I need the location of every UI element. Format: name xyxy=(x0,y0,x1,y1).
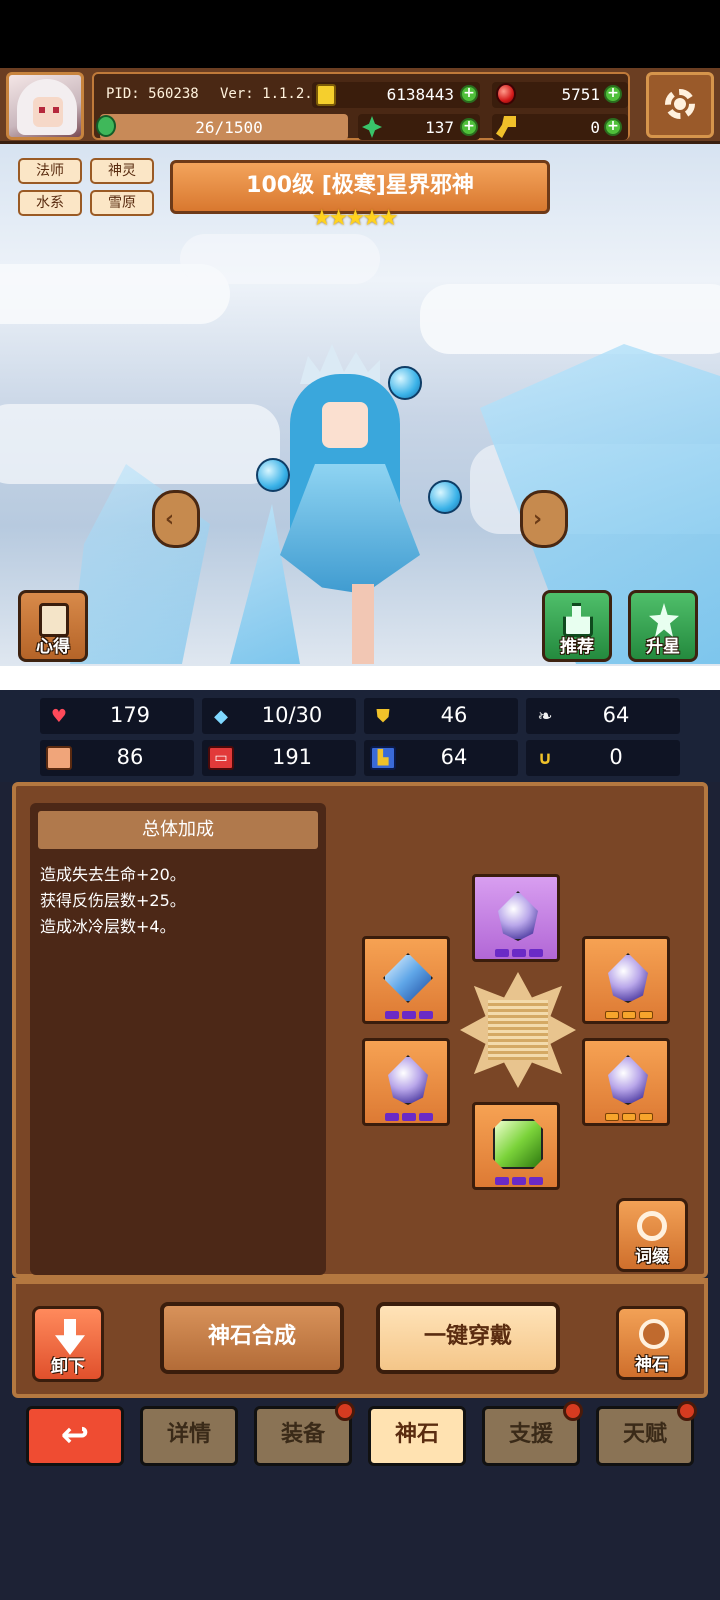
shield-icon: ⛊ xyxy=(376,705,390,727)
stat-defense: ⛊ 46 xyxy=(364,698,518,734)
tab-details[interactable]: 详情 xyxy=(140,1406,238,1466)
action-bar xyxy=(12,1284,708,1398)
bonus-line: 获得反伤层数+25。 xyxy=(40,891,186,910)
upgrade-star-button[interactable]: 升星 xyxy=(628,590,698,662)
green-godstone-icon xyxy=(493,1119,543,1169)
godstone-slot-top[interactable] xyxy=(472,874,560,962)
hero-sprite xyxy=(260,344,460,674)
tab-godstone[interactable]: 神石 xyxy=(368,1406,466,1466)
gem-amount: 5751 xyxy=(561,85,600,104)
purple-godstone-icon xyxy=(608,953,648,1003)
bonus-line: 造成失去生命+20。 xyxy=(40,865,186,884)
element-tag-water: 水系 xyxy=(18,190,82,216)
hero-showcase: 法师 神灵 水系 雪原 100级 [极寒]星界邪神 ★★★★★ ‹ › 心得 推… xyxy=(0,144,720,690)
heart-icon: ♥ xyxy=(50,705,68,727)
top-resource-bar: PID: 560238 Ver: 1.1.2.1 6138443 + 5751 … xyxy=(0,68,720,144)
return-arrow-icon: ↩ xyxy=(60,1415,90,1455)
previous-hero-button[interactable]: ‹ xyxy=(152,490,200,548)
notification-dot xyxy=(563,1401,583,1421)
back-button[interactable]: ↩ xyxy=(26,1406,124,1466)
bonus-line: 造成冰冷层数+4。 xyxy=(40,917,176,936)
energy-clover-icon xyxy=(96,115,116,137)
blue-godstone-icon xyxy=(383,953,433,1003)
stat-health: ♥ 179 xyxy=(40,698,194,734)
total-bonus-title: 总体加成 xyxy=(38,811,318,849)
unload-button[interactable]: 卸下 xyxy=(32,1306,104,1382)
tab-talent[interactable]: 天赋 xyxy=(596,1401,697,1466)
notification-dot xyxy=(677,1401,697,1421)
stat-mana: ◆ 10/30 xyxy=(202,698,356,734)
add-gem-button[interactable]: + xyxy=(604,85,622,103)
key-amount: 0 xyxy=(590,118,600,137)
ruby-gem-icon xyxy=(496,83,516,105)
magnifier-icon xyxy=(637,1211,667,1241)
add-key-button[interactable]: + xyxy=(604,118,622,136)
clover-amount: 137 xyxy=(425,118,454,137)
hero-star-rating: ★★★★★ xyxy=(312,206,399,231)
equip-all-button[interactable]: 一键穿戴 xyxy=(376,1302,560,1374)
purple-godstone-icon xyxy=(498,891,538,941)
purple-godstone-icon xyxy=(388,1055,428,1105)
magnet-icon: ∪ xyxy=(537,747,553,769)
spellbook-icon: ▭ xyxy=(208,746,234,770)
wing-icon: ❧ xyxy=(537,705,553,727)
game-screen: PID: 560238 Ver: 1.1.2.1 6138443 + 5751 … xyxy=(0,0,720,1600)
race-tag-deity: 神灵 xyxy=(90,158,154,184)
next-hero-button[interactable]: › xyxy=(520,490,568,548)
hero-stats: ♥ 179 ◆ 10/30 ⛊ 46 ❧ 64 86 ▭ 191 ▙ 64 ∪ xyxy=(0,690,720,782)
ice-orb-icon xyxy=(388,366,422,400)
notification-dot xyxy=(335,1401,355,1421)
add-clover-button[interactable]: + xyxy=(460,118,478,136)
arrow-left-icon: ‹ xyxy=(165,507,175,532)
fist-icon xyxy=(46,746,72,770)
add-gold-button[interactable]: + xyxy=(460,85,478,103)
region-tag-snowfield: 雪原 xyxy=(90,190,154,216)
ice-orb-icon xyxy=(256,458,290,492)
boot-icon: ▙ xyxy=(370,746,396,770)
godstone-icon xyxy=(639,1319,669,1349)
energy-amount: 26/1500 xyxy=(195,118,263,137)
gear-icon xyxy=(665,89,695,119)
class-tag-mage: 法师 xyxy=(18,158,82,184)
tab-equipment[interactable]: 装备 xyxy=(254,1401,355,1466)
godstone-slot-upper-left[interactable] xyxy=(362,936,450,1024)
player-avatar[interactable] xyxy=(6,72,84,140)
godstone-core-emblem xyxy=(460,972,576,1088)
stat-strength: 86 xyxy=(40,740,194,776)
mana-drop-icon: ◆ xyxy=(214,705,228,727)
stat-intelligence: ▭ 191 xyxy=(202,740,356,776)
arrow-right-icon: › xyxy=(533,507,543,532)
recommend-button[interactable]: 推荐 xyxy=(542,590,612,662)
ice-orb-icon xyxy=(428,480,462,514)
affix-button[interactable]: 词缀 xyxy=(616,1198,688,1272)
insight-button[interactable]: 心得 xyxy=(18,590,88,662)
arrow-down-icon xyxy=(55,1319,85,1355)
purple-godstone-icon xyxy=(608,1055,648,1105)
stat-luck: ∪ 0 xyxy=(526,740,680,776)
godstone-slot-upper-right[interactable] xyxy=(582,936,670,1024)
tab-support[interactable]: 支援 xyxy=(482,1401,583,1466)
godstone-slot-lower-right[interactable] xyxy=(582,1038,670,1126)
game-version: Ver: 1.1.2.1 xyxy=(220,86,322,102)
godstone-slot-bottom[interactable] xyxy=(472,1102,560,1190)
settings-button[interactable] xyxy=(646,72,714,138)
godstone-slot-lower-left[interactable] xyxy=(362,1038,450,1126)
status-bar xyxy=(0,0,720,68)
synthesize-godstone-button[interactable]: 神石合成 xyxy=(160,1302,344,1374)
godstone-button[interactable]: 神石 xyxy=(616,1306,688,1380)
stat-speed: ▙ 64 xyxy=(364,740,518,776)
gold-coin-icon xyxy=(316,84,336,106)
stat-evasion: ❧ 64 xyxy=(526,698,680,734)
resource-panel: PID: 560238 Ver: 1.1.2.1 6138443 + 5751 … xyxy=(92,72,630,140)
gold-amount: 6138443 xyxy=(386,85,454,104)
player-id: PID: 560238 xyxy=(106,86,199,102)
